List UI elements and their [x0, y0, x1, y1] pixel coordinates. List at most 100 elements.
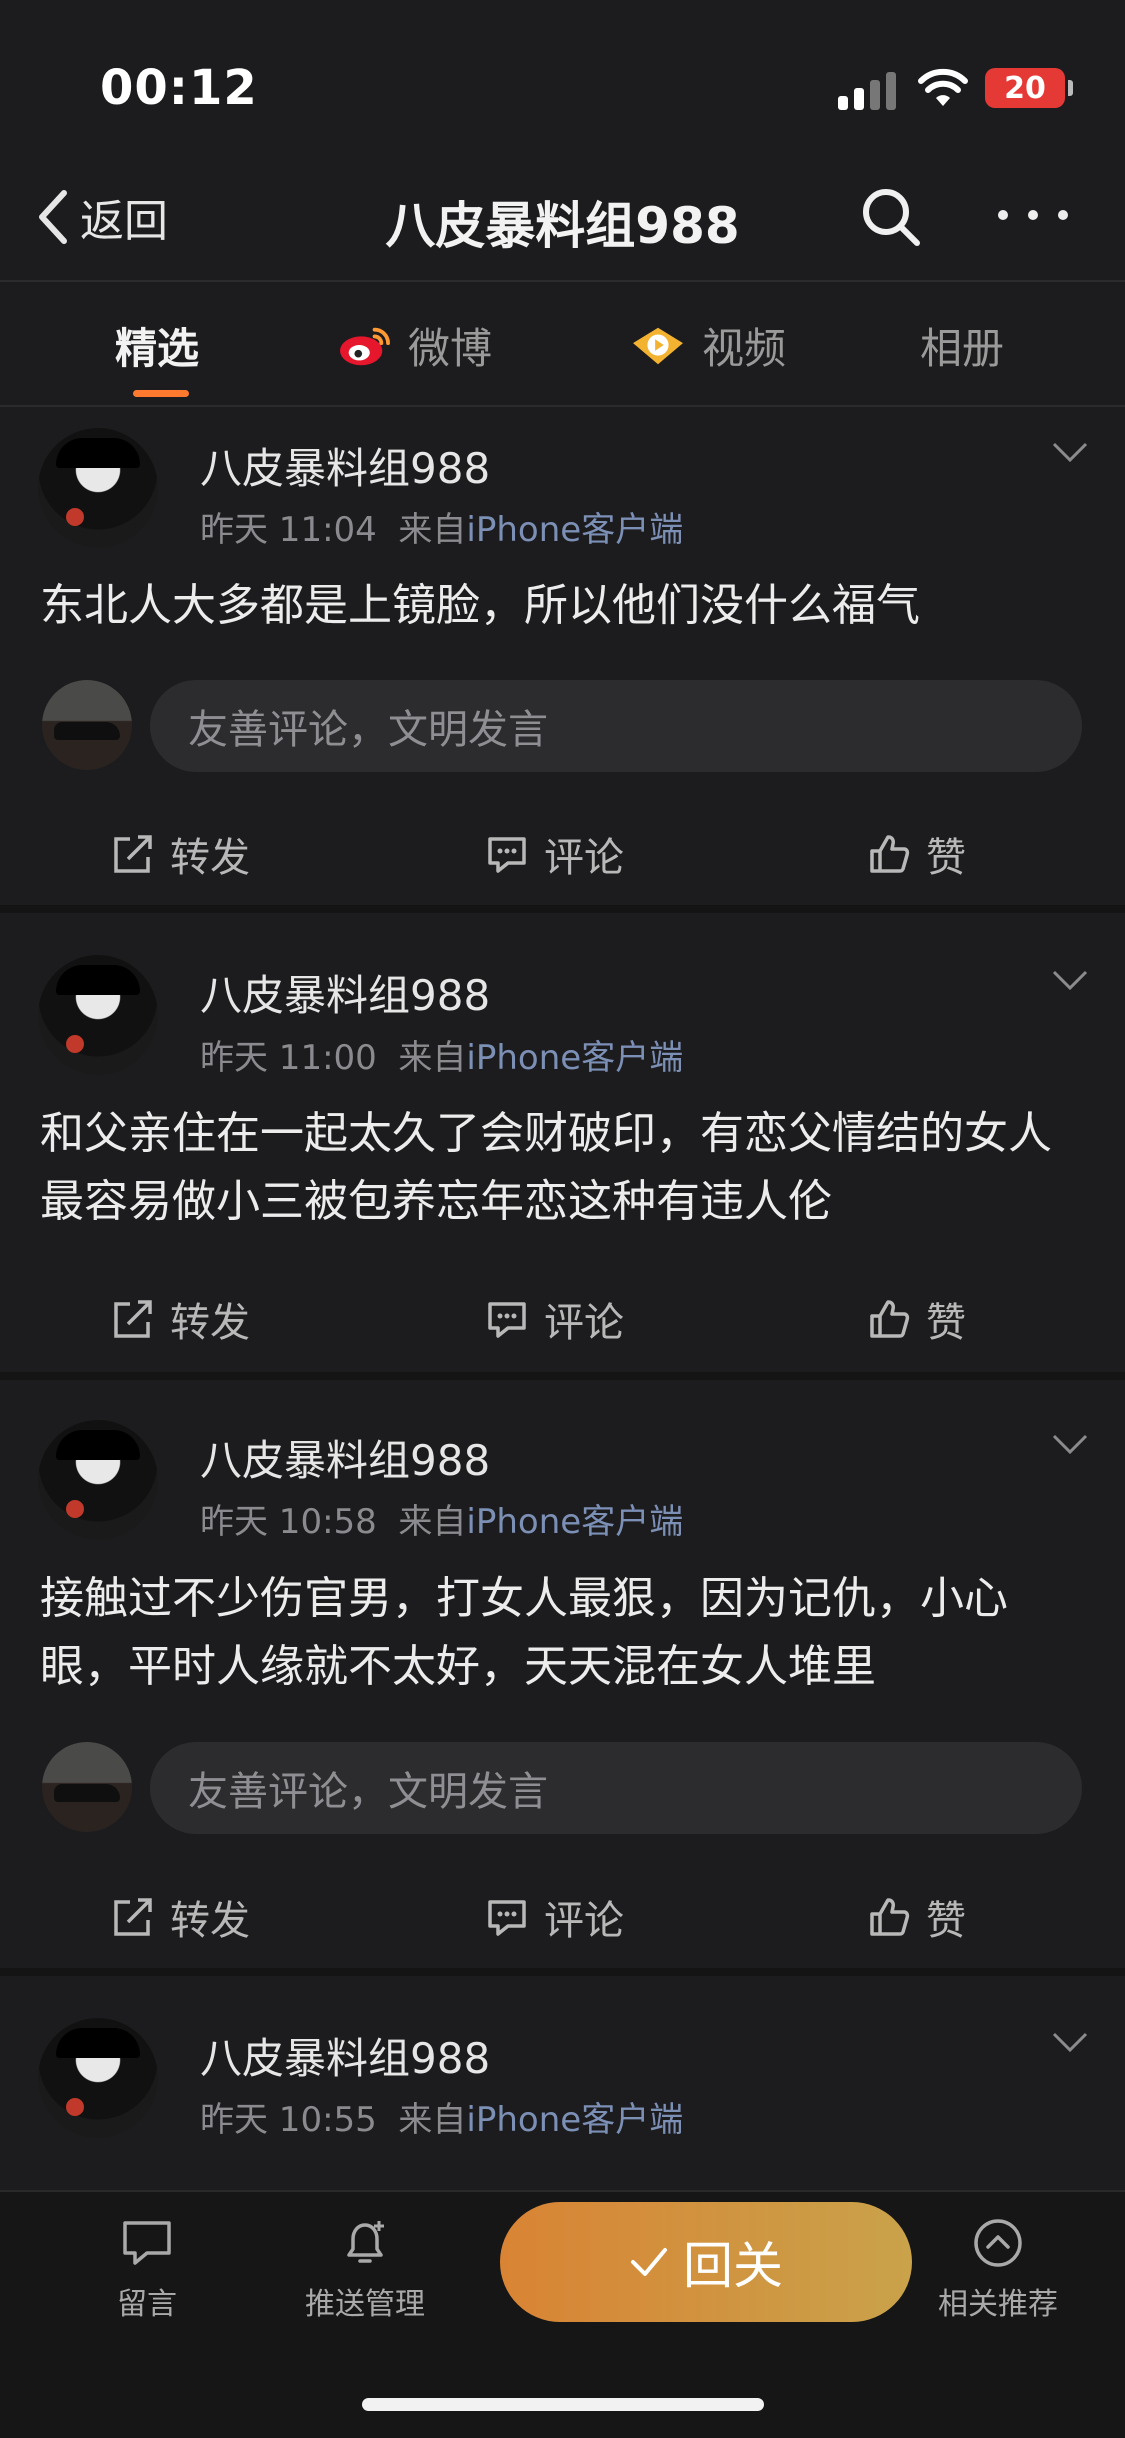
header-divider	[0, 280, 1125, 282]
bell-icon	[347, 2221, 384, 2263]
post-meta: 昨天 11:04 来自iPhone客户端	[200, 502, 683, 551]
post-separator	[0, 905, 1125, 913]
like-button[interactable]: 赞	[868, 1888, 966, 1946]
weibo-logo-icon	[340, 327, 390, 365]
battery-indicator: 20	[985, 68, 1073, 108]
my-avatar	[42, 680, 132, 770]
repost-icon	[114, 1898, 152, 1936]
related-label: 相关推荐	[938, 2287, 1058, 2322]
tab-featured-label: 精选	[115, 324, 200, 373]
chevron-left-icon	[39, 190, 67, 244]
home-indicator	[362, 2398, 764, 2411]
comment-icon	[488, 1302, 526, 1338]
active-tab-indicator	[133, 390, 189, 397]
repost-icon	[114, 1300, 152, 1338]
comment-label: 评论	[544, 835, 624, 881]
comment-label: 评论	[544, 1300, 624, 1346]
post-meta: 昨天 11:00 来自iPhone客户端	[200, 1030, 683, 1079]
related-recommend-button[interactable]: 相关推荐	[928, 2215, 1068, 2323]
page-title: 八皮暴料组988	[385, 197, 740, 255]
repost-button[interactable]: 转发	[112, 1888, 250, 1946]
post-source[interactable]: iPhone客户端	[466, 510, 683, 550]
chevron-up-circle-icon	[974, 2219, 1022, 2267]
search-icon[interactable]	[860, 186, 922, 248]
more-options-icon[interactable]	[998, 200, 1068, 230]
thumbs-up-icon	[870, 835, 910, 873]
message-icon	[123, 2221, 171, 2265]
repost-button[interactable]: 转发	[112, 825, 250, 883]
chevron-down-icon[interactable]	[1050, 968, 1090, 992]
post-text: 接触过不少伤官男，打女人最狠，因为记仇，小心眼，平时人缘就不太好，天天混在女人堆…	[40, 1573, 1008, 1692]
post-from: 来自	[398, 1038, 467, 1078]
avatar[interactable]	[38, 1420, 158, 1540]
tab-album-label: 相册	[920, 324, 1005, 373]
avatar[interactable]	[38, 428, 158, 548]
like-button[interactable]: 赞	[868, 1290, 966, 1348]
post-time: 昨天 10:55	[200, 2100, 377, 2140]
post-from: 来自	[398, 1502, 467, 1542]
repost-label: 转发	[170, 835, 250, 881]
post-time: 昨天 11:00	[200, 1038, 377, 1078]
chevron-down-icon[interactable]	[1050, 2030, 1090, 2054]
push-label: 推送管理	[305, 2287, 425, 2322]
like-button[interactable]: 赞	[868, 825, 966, 883]
post-username[interactable]: 八皮暴料组988	[200, 1427, 490, 1488]
post-separator	[0, 1372, 1125, 1380]
post-username[interactable]: 八皮暴料组988	[200, 962, 490, 1023]
comment-button[interactable]: 评论	[486, 825, 624, 883]
tabs-divider	[0, 405, 1125, 407]
follow-label: 回关	[683, 2237, 783, 2295]
comment-icon	[488, 1900, 526, 1936]
chevron-down-icon[interactable]	[1050, 440, 1090, 464]
comment-button[interactable]: 评论	[486, 1290, 624, 1348]
post-source[interactable]: iPhone客户端	[466, 1038, 683, 1078]
tab-weibo-label: 微博	[408, 324, 493, 373]
back-label: 返回	[80, 196, 168, 247]
avatar[interactable]	[38, 955, 158, 1075]
like-label: 赞	[926, 1300, 966, 1346]
post-source[interactable]: iPhone客户端	[466, 2100, 683, 2140]
follow-back-button[interactable]: 回关	[500, 2202, 912, 2322]
tab-album[interactable]: 相册	[920, 315, 1004, 376]
post-username[interactable]: 八皮暴料组988	[200, 2025, 490, 2086]
post-source[interactable]: iPhone客户端	[466, 1502, 683, 1542]
post-text: 东北人大多都是上镜脸，所以他们没什么福气	[40, 580, 920, 631]
like-label: 赞	[926, 835, 966, 881]
repost-label: 转发	[170, 1300, 250, 1346]
tab-video[interactable]: 视频	[628, 315, 786, 376]
post-separator	[0, 1968, 1125, 1976]
message-label: 留言	[117, 2287, 177, 2322]
back-button[interactable]: 返回	[34, 185, 168, 249]
tab-video-label: 视频	[702, 324, 787, 373]
post-meta: 昨天 10:55 来自iPhone客户端	[200, 2092, 683, 2141]
post-meta: 昨天 10:58 来自iPhone客户端	[200, 1494, 683, 1543]
push-settings-button[interactable]: 推送管理	[295, 2215, 435, 2323]
repost-label: 转发	[170, 1898, 250, 1944]
post-username[interactable]: 八皮暴料组988	[200, 435, 490, 496]
post-time: 昨天 10:58	[200, 1502, 377, 1542]
comment-button[interactable]: 评论	[486, 1888, 624, 1946]
cellular-signal-icon	[838, 68, 898, 110]
message-button[interactable]: 留言	[77, 2215, 217, 2323]
repost-button[interactable]: 转发	[112, 1290, 250, 1348]
post-from: 来自	[398, 510, 467, 550]
tab-weibo[interactable]: 微博	[336, 315, 492, 376]
comment-input[interactable]: 友善评论，文明发言	[150, 680, 1082, 772]
chevron-down-icon[interactable]	[1050, 1432, 1090, 1456]
checkmark-icon	[631, 2248, 667, 2276]
like-label: 赞	[926, 1898, 966, 1944]
tab-featured[interactable]: 精选	[115, 315, 199, 376]
comment-icon	[488, 837, 526, 873]
post-text: 和父亲住在一起太久了会财破印，有恋父情结的女人最容易做小三被包养忘年恋这种有违人…	[40, 1108, 1052, 1227]
post-from: 来自	[398, 2100, 467, 2140]
comment-label: 评论	[544, 1898, 624, 1944]
thumbs-up-icon	[870, 1898, 910, 1936]
avatar[interactable]	[38, 2018, 158, 2138]
repost-icon	[114, 835, 152, 873]
video-logo-icon	[633, 327, 683, 364]
post-time: 昨天 11:04	[200, 510, 377, 550]
comment-input[interactable]: 友善评论，文明发言	[150, 1742, 1082, 1834]
thumbs-up-icon	[870, 1300, 910, 1338]
my-avatar	[42, 1742, 132, 1832]
wifi-icon	[918, 68, 968, 106]
